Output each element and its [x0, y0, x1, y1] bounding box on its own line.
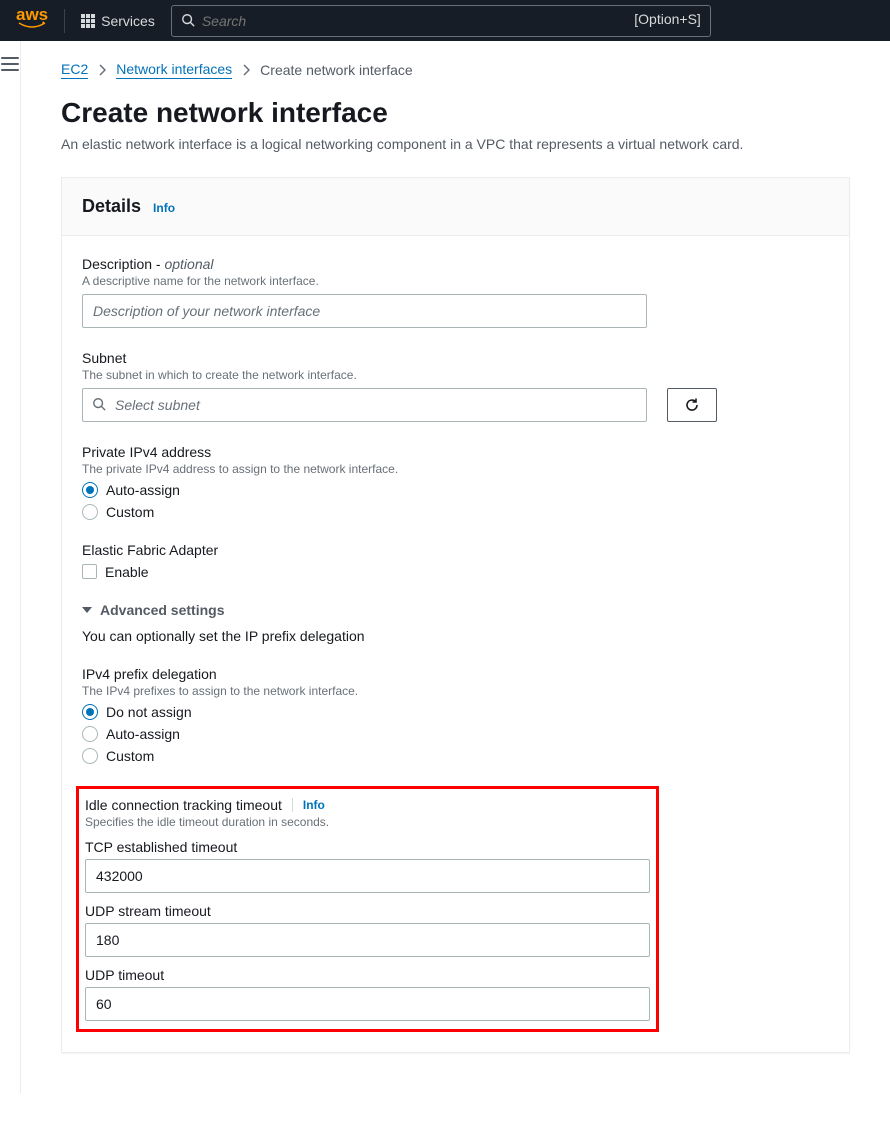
prefix-custom-radio[interactable]: Custom — [82, 748, 829, 764]
ipv4-custom-label: Custom — [106, 504, 154, 520]
tcp-timeout-input[interactable] — [85, 859, 650, 893]
ipv4-label: Private IPv4 address — [82, 444, 829, 460]
subnet-field: Subnet The subnet in which to create the… — [82, 350, 829, 422]
timeout-info-link[interactable]: Info — [303, 798, 325, 812]
sidebar-gutter — [0, 41, 21, 1093]
ipv4-help: The private IPv4 address to assign to th… — [82, 462, 829, 476]
efa-enable-label: Enable — [105, 564, 149, 580]
services-label: Services — [101, 13, 155, 29]
udp-timeout-label: UDP timeout — [85, 967, 650, 983]
udp-timeout-input[interactable] — [85, 987, 650, 1021]
subnet-select[interactable] — [82, 388, 647, 422]
subnet-help: The subnet in which to create the networ… — [82, 368, 829, 382]
breadcrumb-network-interfaces-link[interactable]: Network interfaces — [116, 61, 232, 79]
radio-icon — [82, 504, 98, 520]
udp-stream-timeout-input[interactable] — [85, 923, 650, 957]
radio-icon — [82, 748, 98, 764]
prefix-none-label: Do not assign — [106, 704, 192, 720]
description-field: Description - optional A descriptive nam… — [82, 256, 829, 328]
grid-icon — [81, 14, 95, 28]
checkbox-icon — [82, 564, 97, 579]
refresh-button[interactable] — [667, 388, 717, 422]
nav-separator — [64, 9, 65, 33]
subnet-label: Subnet — [82, 350, 829, 366]
timeout-help: Specifies the idle timeout duration in s… — [85, 815, 650, 829]
chevron-right-icon — [242, 64, 250, 76]
refresh-icon — [684, 397, 700, 413]
advanced-settings-toggle[interactable]: Advanced settings — [82, 602, 829, 618]
prefix-help: The IPv4 prefixes to assign to the netwo… — [82, 684, 829, 698]
global-search: [Option+S] — [171, 5, 711, 37]
separator — [292, 798, 293, 812]
radio-icon — [82, 704, 98, 720]
prefix-auto-radio[interactable]: Auto-assign — [82, 726, 829, 742]
efa-field: Elastic Fabric Adapter Enable — [82, 542, 829, 580]
efa-enable-checkbox[interactable]: Enable — [82, 564, 829, 580]
optional-label: optional — [164, 256, 213, 272]
ipv4-field: Private IPv4 address The private IPv4 ad… — [82, 444, 829, 520]
sidebar-toggle-button[interactable] — [1, 57, 19, 71]
details-panel: Details Info Description - optional A de… — [61, 177, 850, 1053]
description-help: A descriptive name for the network inter… — [82, 274, 829, 288]
chevron-down-icon — [82, 607, 92, 613]
idle-timeout-highlight: Idle connection tracking timeout Info Sp… — [76, 786, 659, 1032]
timeout-section-label: Idle connection tracking timeout — [85, 797, 282, 813]
description-label: Description - — [82, 256, 164, 272]
page-subtitle: An elastic network interface is a logica… — [61, 135, 850, 155]
breadcrumb-ec2-link[interactable]: EC2 — [61, 61, 88, 79]
panel-info-link[interactable]: Info — [153, 201, 175, 215]
prefix-custom-label: Custom — [106, 748, 154, 764]
search-icon — [181, 13, 195, 27]
breadcrumb-current: Create network interface — [260, 62, 413, 78]
ipv4-custom-radio[interactable]: Custom — [82, 504, 829, 520]
prefix-auto-label: Auto-assign — [106, 726, 180, 742]
services-menu-button[interactable]: Services — [81, 13, 155, 29]
advanced-settings-label: Advanced settings — [100, 602, 224, 618]
description-input[interactable] — [82, 294, 647, 328]
efa-label: Elastic Fabric Adapter — [82, 542, 829, 558]
search-icon — [92, 397, 106, 411]
advanced-settings-note: You can optionally set the IP prefix del… — [82, 628, 829, 644]
tcp-timeout-label: TCP established timeout — [85, 839, 650, 855]
breadcrumb: EC2 Network interfaces Create network in… — [61, 61, 850, 79]
panel-title: Details — [82, 196, 141, 217]
chevron-right-icon — [98, 64, 106, 76]
ipv4-auto-label: Auto-assign — [106, 482, 180, 498]
radio-icon — [82, 482, 98, 498]
page-title: Create network interface — [61, 97, 850, 129]
prefix-field: IPv4 prefix delegation The IPv4 prefixes… — [82, 666, 829, 764]
radio-icon — [82, 726, 98, 742]
top-navigation: aws Services [Option+S] — [0, 0, 890, 41]
search-shortcut-hint: [Option+S] — [634, 11, 701, 27]
search-input[interactable] — [171, 5, 711, 37]
udp-stream-timeout-label: UDP stream timeout — [85, 903, 650, 919]
prefix-label: IPv4 prefix delegation — [82, 666, 829, 682]
aws-logo[interactable]: aws — [16, 10, 48, 30]
prefix-none-radio[interactable]: Do not assign — [82, 704, 829, 720]
ipv4-auto-radio[interactable]: Auto-assign — [82, 482, 829, 498]
